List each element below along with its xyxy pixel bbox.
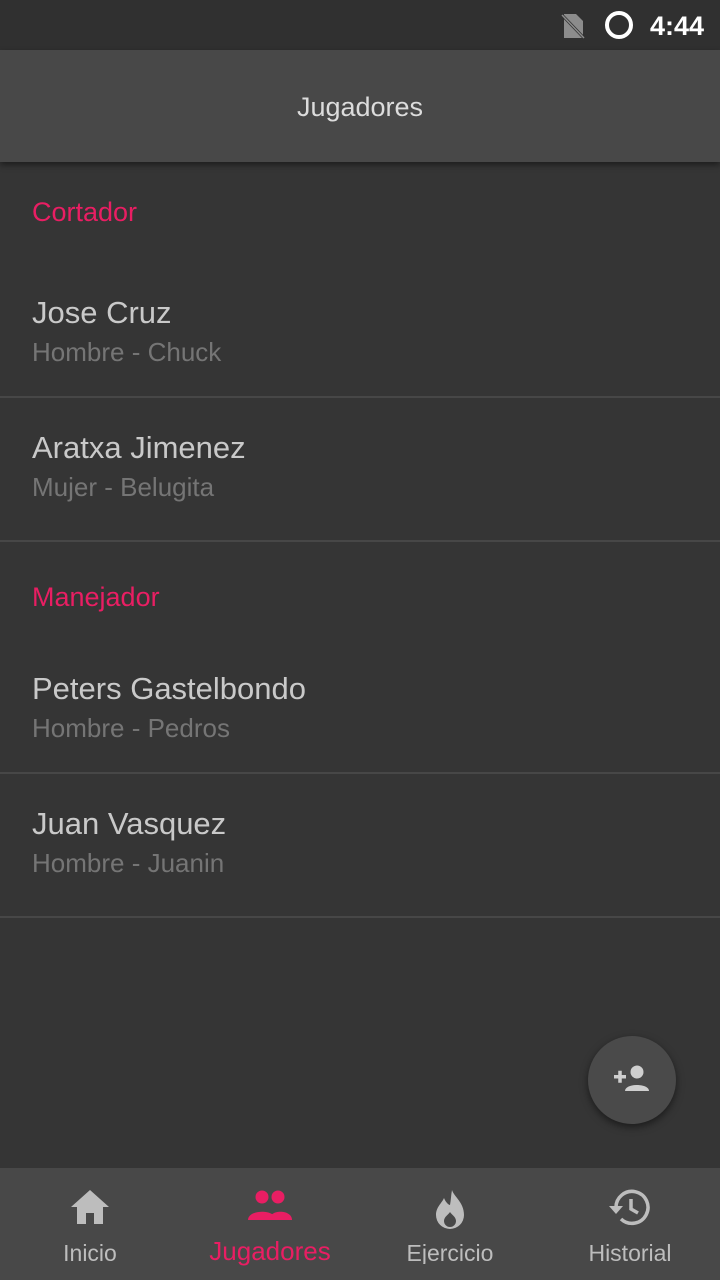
page-title: Jugadores — [296, 92, 424, 122]
nav-label: Inicio — [63, 1240, 117, 1264]
fire-icon — [433, 1188, 467, 1235]
player-detail: Mujer - Belugita — [32, 472, 215, 502]
nav-item-jugadores[interactable]: Jugadores — [180, 1168, 360, 1280]
app-bar: Jugadores — [0, 50, 720, 162]
nav-label: Ejercicio — [406, 1240, 494, 1264]
nav-label: Historial — [588, 1240, 672, 1264]
list-item[interactable]: Jose Cruz Hombre - Chuck — [0, 262, 720, 398]
player-name: Peters Gastelbondo — [32, 671, 307, 706]
no-sim-icon — [560, 12, 586, 45]
nav-item-historial[interactable]: Historial — [540, 1168, 720, 1280]
player-detail: Hombre - Juanin — [32, 848, 225, 878]
player-name: Jose Cruz — [32, 295, 172, 330]
section-header-cortador: Cortador — [32, 197, 138, 227]
player-name: Aratxa Jimenez — [32, 430, 246, 465]
clock: 4:44 — [649, 11, 704, 41]
history-icon — [608, 1188, 652, 1233]
bottom-navigation: Inicio Jugadores Ejercicio Historial — [0, 1168, 720, 1280]
add-person-icon — [612, 1063, 652, 1098]
player-list: Cortador Jose Cruz Hombre - Chuck Aratxa… — [0, 162, 720, 918]
nav-item-inicio[interactable]: Inicio — [0, 1168, 180, 1280]
player-name: Juan Vasquez — [32, 806, 227, 841]
nav-item-ejercicio[interactable]: Ejercicio — [360, 1168, 540, 1280]
list-item[interactable]: Peters Gastelbondo Hombre - Pedros — [0, 638, 720, 774]
player-detail: Hombre - Pedros — [32, 713, 230, 743]
status-bar: 4:44 — [0, 0, 720, 50]
list-item[interactable]: Aratxa Jimenez Mujer - Belugita — [0, 398, 720, 542]
list-item[interactable]: Juan Vasquez Hombre - Juanin — [0, 774, 720, 918]
nav-label: Jugadores — [209, 1236, 331, 1266]
add-player-button[interactable] — [588, 1036, 676, 1124]
player-detail: Hombre - Chuck — [32, 337, 222, 367]
battery-ring-icon — [603, 9, 635, 46]
section-header-manejador: Manejador — [32, 582, 160, 612]
home-icon — [69, 1188, 111, 1231]
people-icon — [247, 1188, 293, 1227]
